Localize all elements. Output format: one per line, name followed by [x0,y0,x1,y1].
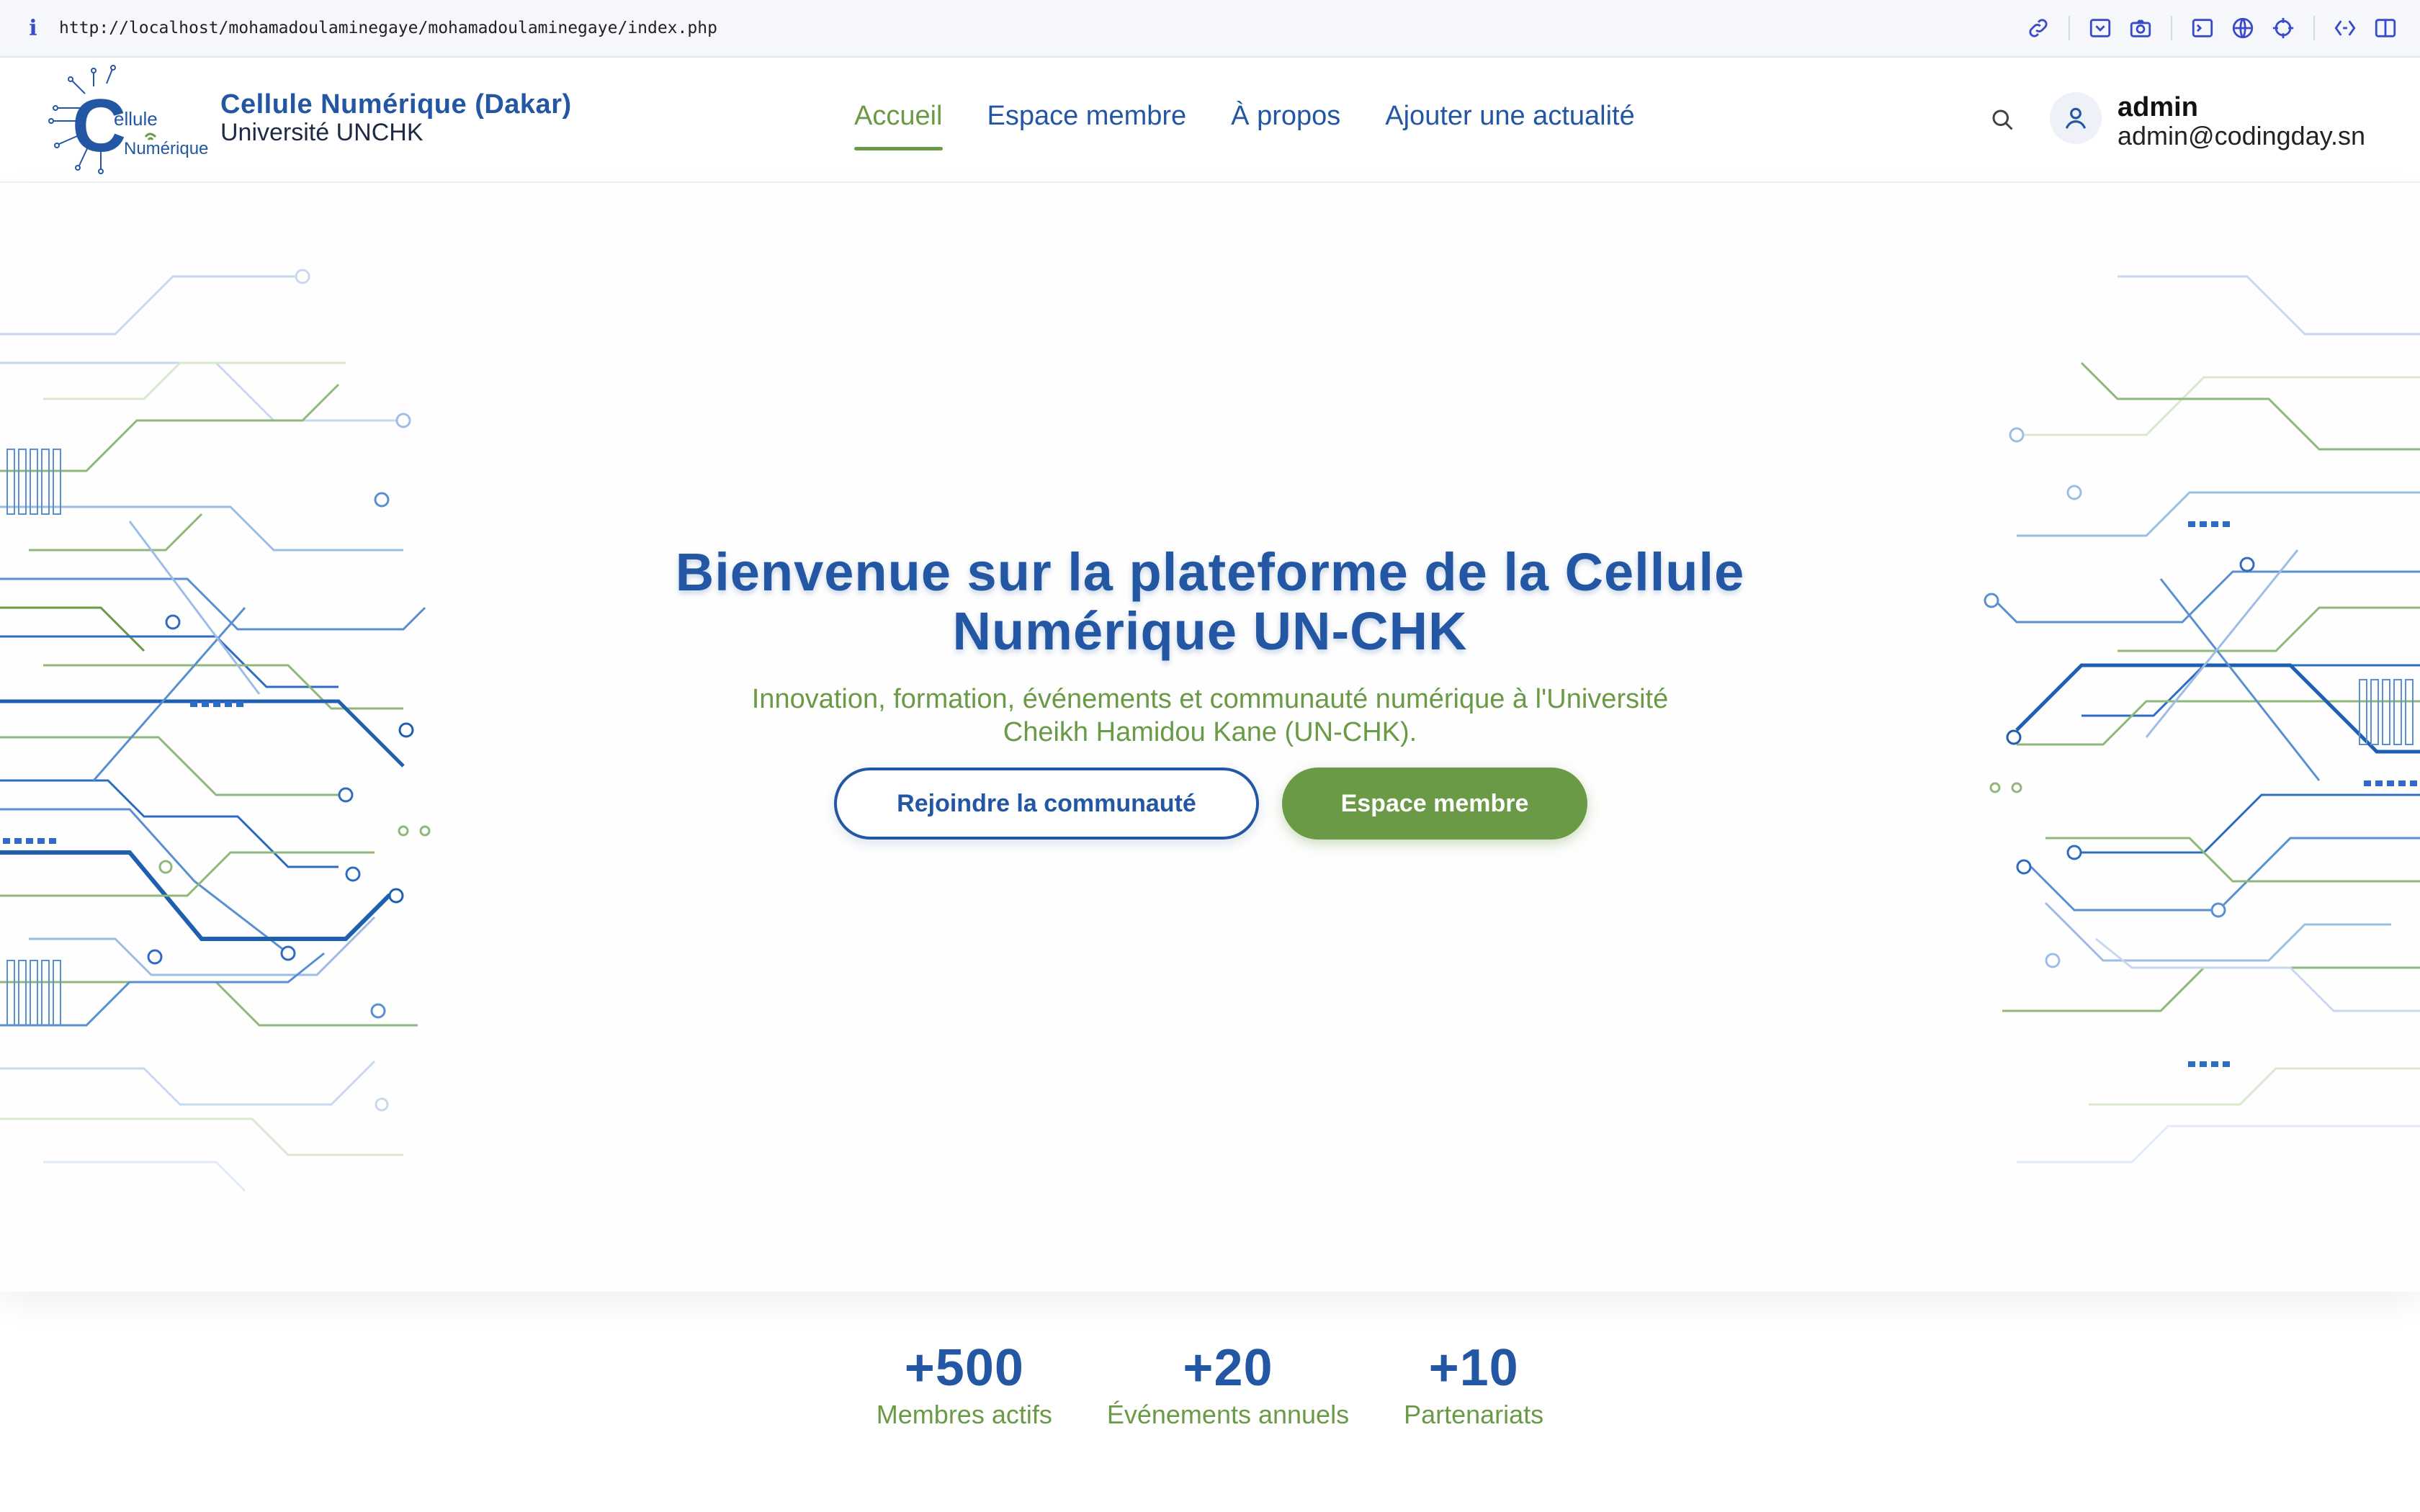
link-icon[interactable] [2018,8,2058,48]
globe-icon[interactable] [2223,8,2263,48]
toolbar-divider [2171,16,2172,40]
stat-value: +20 [1183,1339,1273,1397]
nav-item-ajouter-actualite[interactable]: Ajouter une actualité [1385,101,1634,132]
user-email: admin@codingday.sn [2118,121,2366,150]
screenshot-icon[interactable] [2080,8,2120,48]
site-header: C ellule Numérique Cellule Numérique (Da… [0,58,2420,183]
nav-item-espace-membre[interactable]: Espace membre [987,101,1187,132]
search-icon [1992,109,2013,130]
stat-label: Partenariats [1404,1400,1544,1429]
stat-members: +500 Membres actifs [877,1339,1052,1430]
stat-value: +500 [904,1339,1024,1397]
circuit-decoration-right [1984,275,2420,1164]
stats-section: +500 Membres actifs +20 Événements annue… [0,1339,2420,1430]
circuit-decoration-left [0,269,431,1192]
nav-item-a-propos[interactable]: À propos [1231,101,1340,132]
camera-icon[interactable] [2120,8,2161,48]
join-community-button[interactable]: Rejoindre la communauté [834,768,1259,840]
member-space-button[interactable]: Espace membre [1282,768,1587,840]
toolbar-divider [2313,16,2315,40]
hero-title: Bienvenue sur la plateforme de la Cellul… [675,541,1745,661]
browser-address-bar: i http://localhost/mohamadoulaminegaye/m… [0,0,2420,58]
brand-subtitle: Université UNCHK [220,119,424,146]
info-icon[interactable]: i [19,16,48,41]
logo-word-1: ellule [114,108,158,130]
brand-block: Cellule Numérique (Dakar) Université UNC… [220,89,572,147]
stat-label: Événements annuels [1106,1400,1350,1429]
user-icon [2065,107,2087,129]
hero-subtitle: Innovation, formation, événements et com… [751,684,1669,747]
crosshair-icon[interactable] [2263,8,2303,48]
stat-value: +10 [1428,1339,1519,1397]
brand-title: Cellule Numérique (Dakar) [220,89,572,120]
terminal-icon[interactable] [2182,8,2223,48]
toolbar-divider [2069,16,2070,40]
stat-events: +20 Événements annuels [1107,1339,1349,1430]
hero-section: Bienvenue sur la plateforme de la Cellul… [0,183,2420,1292]
site-logo[interactable]: C ellule Numérique [43,65,213,177]
main-nav: Accueil Espace membre À propos Ajouter u… [854,101,1680,150]
user-name[interactable]: admin [2118,92,2198,123]
browser-toolbar [2018,0,2406,56]
stat-label: Membres actifs [876,1400,1052,1429]
logo-word-2: Numérique [124,139,208,158]
url-field[interactable]: http://localhost/mohamadoulaminegaye/moh… [59,19,717,37]
extensions-icon[interactable] [2325,8,2365,48]
search-button[interactable] [1985,102,2020,137]
avatar[interactable] [2050,92,2102,144]
nav-item-accueil[interactable]: Accueil [854,101,943,150]
sidebar-icon[interactable] [2365,8,2406,48]
stat-partners: +10 Partenariats [1404,1339,1543,1430]
